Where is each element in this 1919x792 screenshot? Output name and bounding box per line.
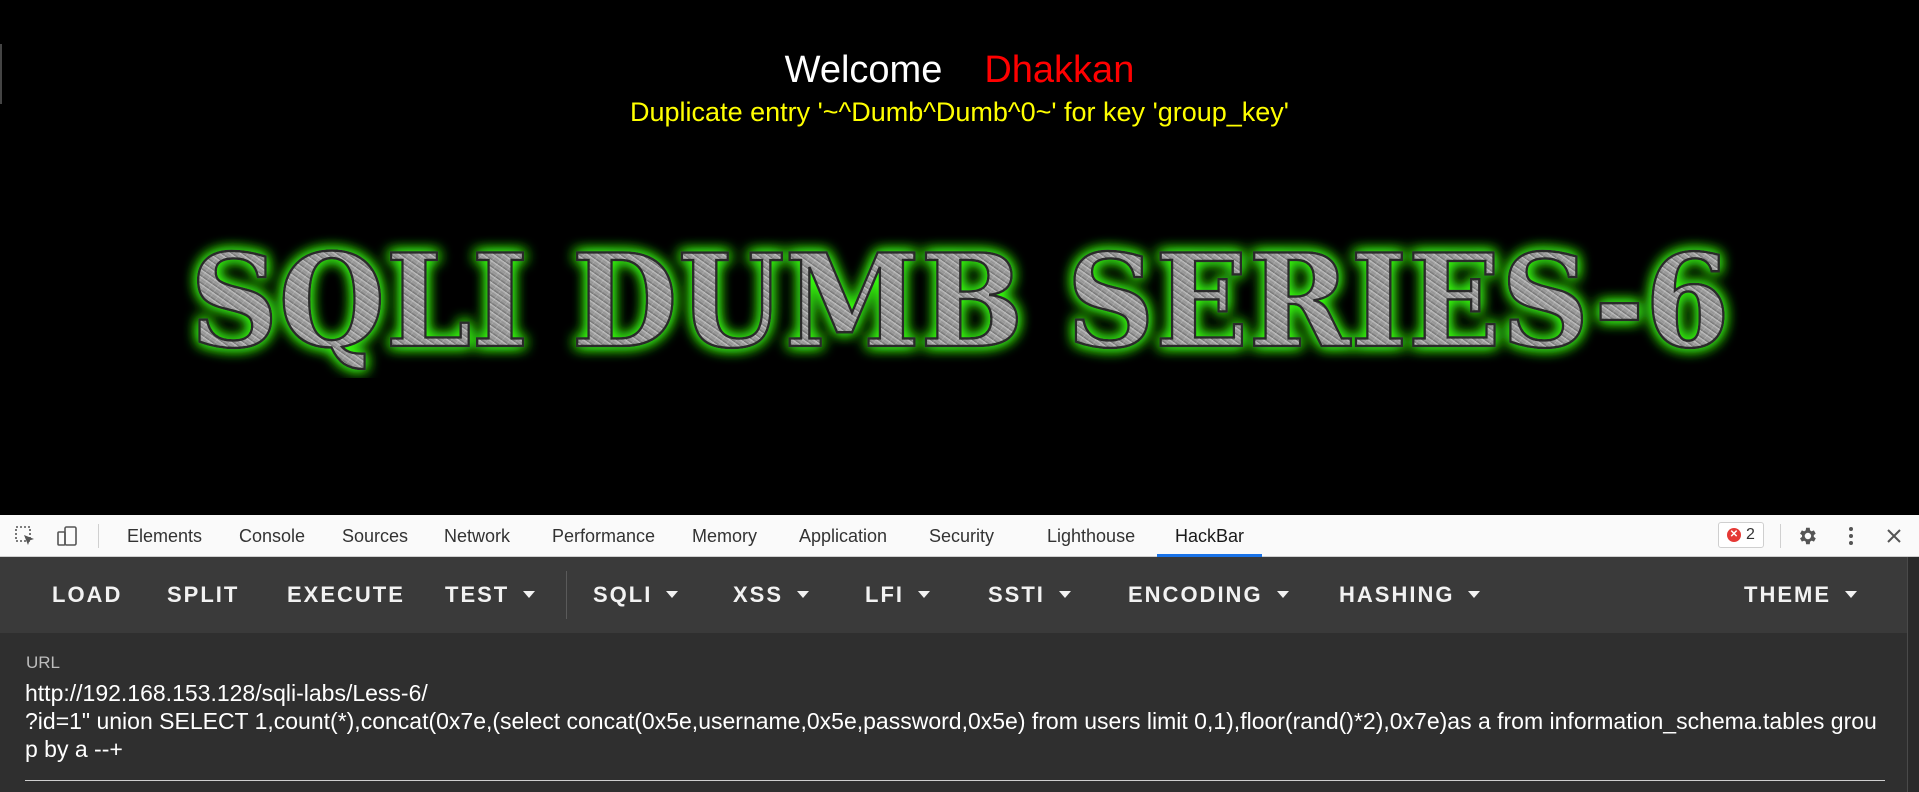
chevron-down-icon	[1845, 590, 1857, 598]
load-button[interactable]: LOAD	[52, 557, 122, 633]
error-count-badge[interactable]: ✕ 2	[1718, 522, 1764, 548]
chevron-down-icon	[1058, 590, 1071, 598]
web-page: Welcome Dhakkan Duplicate entry '~^Dumb^D…	[0, 0, 1919, 515]
devtools-tabbar: Elements Console Sources Network Perform…	[0, 515, 1919, 557]
tab-sources[interactable]: Sources	[342, 515, 408, 557]
settings-gear-icon[interactable]	[1794, 524, 1820, 548]
lfi-dropdown[interactable]: LFI	[865, 557, 930, 633]
devtools-panel: Elements Console Sources Network Perform…	[0, 515, 1919, 792]
test-dropdown[interactable]: TEST	[445, 557, 536, 633]
chevron-down-icon	[1468, 590, 1481, 598]
xss-dropdown[interactable]: XSS	[733, 557, 810, 633]
tab-elements[interactable]: Elements	[127, 515, 202, 557]
welcome-heading: Welcome Dhakkan	[0, 48, 1919, 92]
hackbar-body: URL http://192.168.153.128/sqli-labs/Les…	[0, 633, 1919, 792]
chevron-down-icon	[666, 590, 679, 598]
banner-logo: SQLI DUMB SERIES-6	[189, 226, 1732, 378]
hackbar-toolbar: LOAD SPLIT EXECUTE TEST SQLI XSS LFI SST…	[0, 557, 1919, 633]
tab-lighthouse[interactable]: Lighthouse	[1047, 515, 1135, 557]
close-devtools-icon[interactable]	[1881, 524, 1907, 548]
execute-button[interactable]: EXECUTE	[287, 557, 405, 633]
device-toolbar-icon[interactable]	[54, 524, 80, 548]
error-icon: ✕	[1727, 528, 1741, 542]
tab-performance[interactable]: Performance	[552, 515, 655, 557]
sqli-dropdown[interactable]: SQLI	[593, 557, 679, 633]
tab-application[interactable]: Application	[799, 515, 887, 557]
vertical-scrollbar[interactable]	[1907, 557, 1919, 792]
ssti-dropdown[interactable]: SSTI	[988, 557, 1071, 633]
url-input-underline	[25, 780, 1885, 781]
hashing-dropdown[interactable]: HASHING	[1339, 557, 1481, 633]
toolbar-divider	[566, 571, 567, 619]
sql-error-message: Duplicate entry '~^Dumb^Dumb^0~' for key…	[630, 97, 1289, 127]
tab-hackbar[interactable]: HackBar	[1156, 515, 1263, 557]
banner-text: SQLI DUMB SERIES-6	[190, 227, 1730, 377]
welcome-word: Welcome	[784, 49, 943, 91]
error-count: 2	[1746, 526, 1755, 543]
chevron-down-icon	[523, 590, 536, 598]
chevron-down-icon	[1276, 590, 1289, 598]
chevron-down-icon	[918, 590, 930, 598]
url-label: URL	[26, 653, 61, 672]
encoding-dropdown[interactable]: ENCODING	[1128, 557, 1289, 633]
tab-memory[interactable]: Memory	[692, 515, 757, 557]
tab-console[interactable]: Console	[239, 515, 305, 557]
tab-network[interactable]: Network	[444, 515, 510, 557]
browser-viewport: Welcome Dhakkan Duplicate entry '~^Dumb^D…	[0, 0, 1919, 792]
split-button[interactable]: SPLIT	[167, 557, 239, 633]
url-input[interactable]: http://192.168.153.128/sqli-labs/Less-6/…	[25, 679, 1885, 763]
more-options-icon[interactable]	[1838, 524, 1864, 548]
tab-security[interactable]: Security	[929, 515, 994, 557]
theme-dropdown[interactable]: THEME	[1744, 557, 1857, 633]
chevron-down-icon	[797, 590, 810, 598]
inspect-element-icon[interactable]	[12, 524, 38, 548]
welcome-name: Dhakkan	[984, 49, 1135, 91]
